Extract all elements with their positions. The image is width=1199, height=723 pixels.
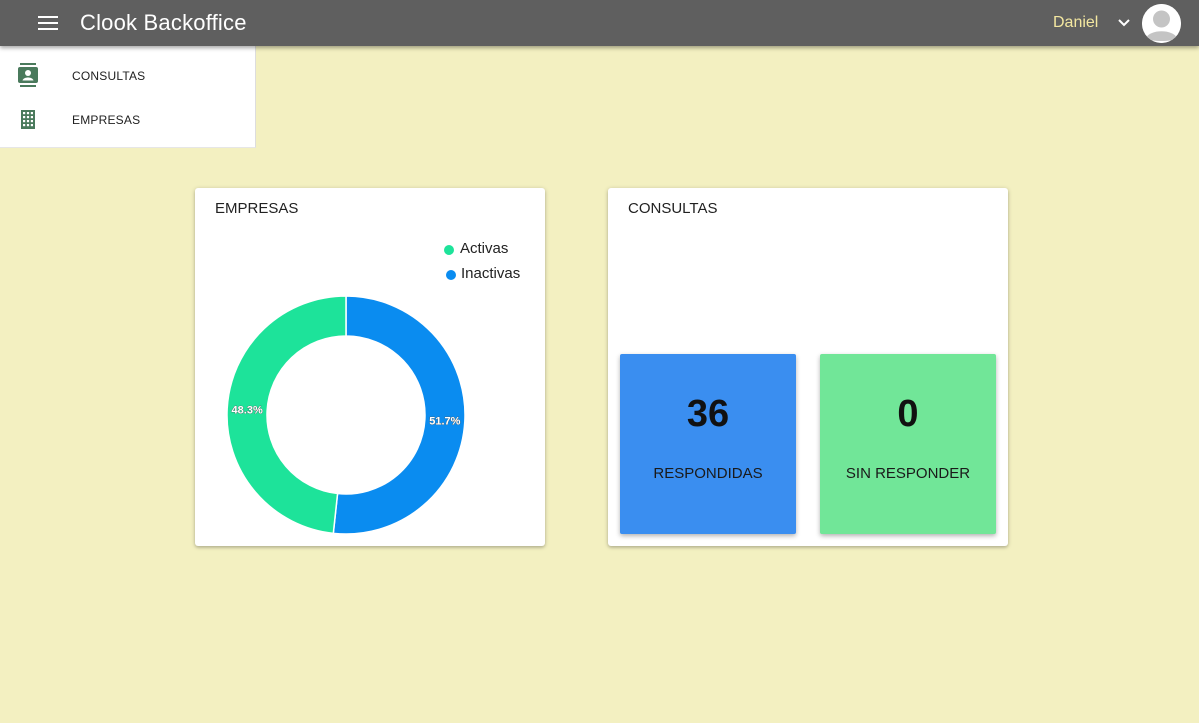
stat-value: 36 <box>686 393 730 435</box>
sidebar-item-empresas[interactable]: EMPRESAS <box>0 98 255 142</box>
chart-legend: Activas Inactivas <box>440 240 540 290</box>
respondidas-tile[interactable]: 36 RESPONDIDAS <box>620 354 796 534</box>
side-navigation: CONSULTAS EMPRESAS <box>0 46 256 148</box>
stat-label: SIN RESPONDER <box>845 465 971 482</box>
legend-item-inactivas[interactable]: Inactivas <box>440 265 540 290</box>
card-title: CONSULTAS <box>628 200 718 217</box>
donut-slice-label: 48.3% <box>232 405 263 417</box>
legend-label: Inactivas <box>461 265 521 282</box>
consultas-card: CONSULTAS 36 RESPONDIDAS 0 SIN RESPONDER <box>608 188 1008 546</box>
menu-button[interactable] <box>30 10 66 36</box>
sidebar-item-label: CONSULTAS <box>72 69 146 83</box>
user-name: Daniel <box>1053 14 1099 31</box>
card-title: EMPRESAS <box>215 200 299 217</box>
account-avatar-icon <box>1142 4 1181 43</box>
hamburger-menu-icon <box>38 16 58 30</box>
top-app-bar: Clook Backoffice Daniel <box>0 0 1199 46</box>
donut-slice-label: 51.7% <box>429 415 460 427</box>
sidebar-item-consultas[interactable]: CONSULTAS <box>0 54 255 98</box>
user-menu[interactable]: Daniel <box>1039 0 1199 46</box>
contacts-icon <box>18 63 38 87</box>
app-title: Clook Backoffice <box>80 10 247 35</box>
empresas-donut-chart: 51.7% 48.3% <box>226 295 466 535</box>
empresas-card: EMPRESAS Activas Inactivas 51.7% 48.3% <box>195 188 545 546</box>
sin-responder-tile[interactable]: 0 SIN RESPONDER <box>820 354 996 534</box>
legend-label: Activas <box>460 240 509 257</box>
chevron-down-icon[interactable] <box>1117 16 1131 30</box>
legend-item-activas[interactable]: Activas <box>440 240 540 265</box>
sidebar-item-label: EMPRESAS <box>72 113 141 127</box>
building-icon <box>21 110 35 129</box>
legend-swatch <box>446 270 456 280</box>
stat-label: RESPONDIDAS <box>653 465 763 482</box>
legend-swatch <box>444 245 454 255</box>
avatar[interactable] <box>1142 4 1181 43</box>
stat-value: 0 <box>897 393 919 435</box>
